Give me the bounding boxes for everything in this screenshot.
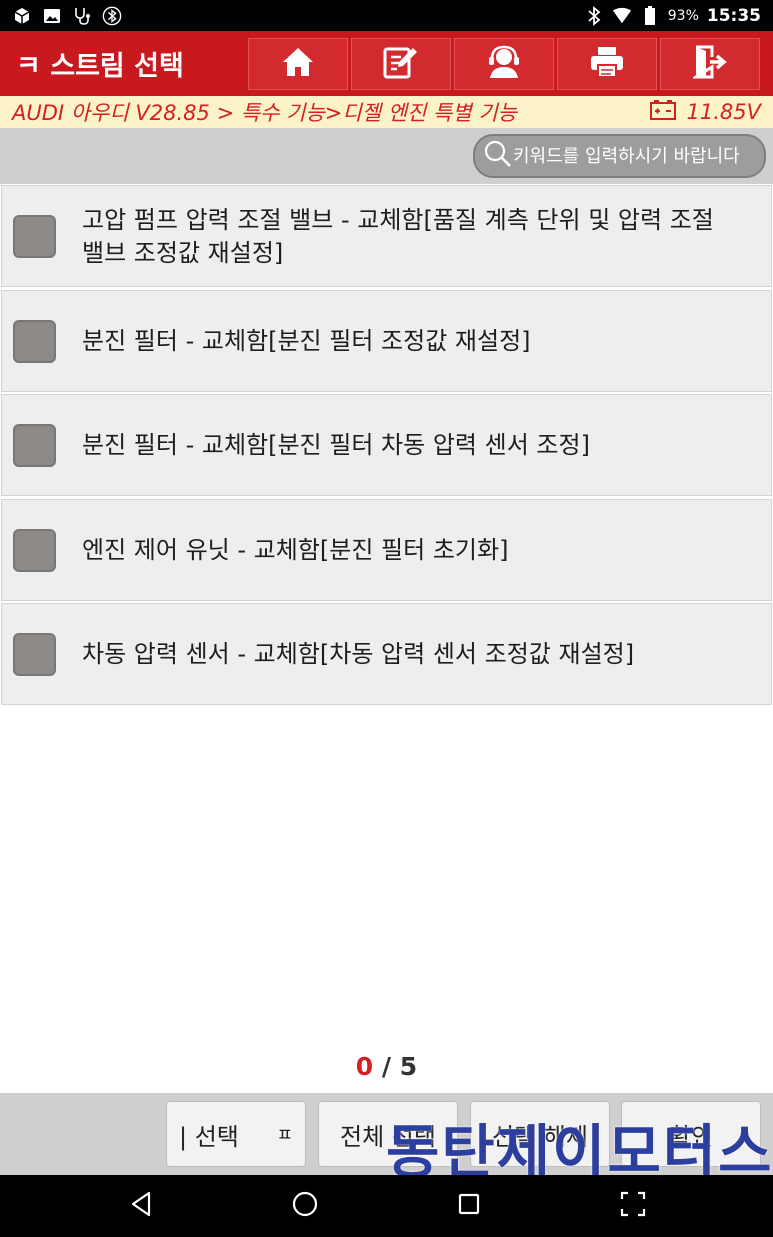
list-item[interactable]: 엔진 제어 유닛 - 교체함[분진 필터 초기화] <box>1 499 772 601</box>
item-label: 분진 필터 - 교체함[분진 필터 차동 압력 센서 조정] <box>82 431 590 459</box>
battery-voltage: 11.85V <box>649 99 773 126</box>
list-item[interactable]: 고압 펌프 압력 조절 밸브 - 교체함[품질 계측 단위 및 압력 조절 밸브… <box>1 185 772 287</box>
item-label: 차동 압력 센서 - 교체함[차동 압력 센서 조정값 재설정] <box>82 640 635 668</box>
selected-count: 0 <box>355 1052 374 1081</box>
screenshot-icon <box>620 1191 646 1221</box>
item-checkbox[interactable] <box>13 215 56 258</box>
home-icon <box>281 46 315 82</box>
select-all-label: 전체 선택 <box>340 1122 436 1151</box>
deselect-button[interactable]: 선택 해제 <box>470 1101 610 1167</box>
app-header: ㅋ 스트림 선택 <box>0 31 773 96</box>
item-checkbox[interactable] <box>13 320 56 363</box>
image-icon <box>42 6 62 26</box>
remote-support-icon <box>486 45 522 83</box>
list-item[interactable]: 분진 필터 - 교체함[분진 필터 차동 압력 센서 조정] <box>1 394 772 496</box>
edit-report-button[interactable] <box>351 37 451 90</box>
bluetooth-circle-icon <box>102 6 122 26</box>
voltage-value: 11.85V <box>686 100 761 124</box>
page-select-button[interactable]: | 선택 ㅍ <box>166 1101 306 1167</box>
bottom-button-bar: | 선택 ㅍ 전체 선택 선택 해제 확인 <box>0 1093 773 1175</box>
select-all-button[interactable]: 전체 선택 <box>318 1101 458 1167</box>
recents-button[interactable] <box>452 1189 486 1223</box>
breadcrumb-path: AUDI 아우디 V28.85 > 특수 기능>디젤 엔진 특별 기능 <box>12 101 517 125</box>
remote-support-button[interactable] <box>454 37 554 90</box>
search-band <box>0 128 773 184</box>
page-select-suffix: ㅍ <box>276 1125 293 1146</box>
battery-percent: 93% <box>667 7 699 24</box>
edit-report-icon <box>383 45 419 83</box>
total-count: 5 <box>399 1052 418 1081</box>
search-input[interactable] <box>513 145 763 167</box>
wifi-icon <box>612 6 632 26</box>
exit-icon <box>690 45 727 83</box>
home-circle-icon <box>291 1190 319 1222</box>
home-button[interactable] <box>248 37 348 90</box>
app-box-icon <box>12 6 32 26</box>
item-checkbox[interactable] <box>13 529 56 572</box>
status-bar: 93% 15:35 <box>0 0 773 31</box>
page-select-label: | 선택 <box>179 1122 239 1151</box>
screenshot-button[interactable] <box>616 1189 650 1223</box>
item-checkbox[interactable] <box>13 633 56 676</box>
selection-counter: 0 / 5 <box>0 1052 773 1081</box>
print-icon <box>589 46 625 82</box>
stethoscope-icon <box>72 6 92 26</box>
item-label: 고압 펌프 압력 조절 밸브 - 교체함[품질 계측 단위 및 압력 조절 밸브… <box>82 206 714 267</box>
battery-icon <box>640 5 660 26</box>
search-box[interactable] <box>473 134 766 178</box>
exit-button[interactable] <box>660 37 760 90</box>
confirm-button[interactable]: 확인 <box>621 1101 761 1167</box>
bluetooth-icon <box>584 5 604 26</box>
print-button[interactable] <box>557 37 657 90</box>
home-nav-button[interactable] <box>288 1189 322 1223</box>
clock: 15:35 <box>706 5 761 26</box>
breadcrumb: AUDI 아우디 V28.85 > 특수 기능>디젤 엔진 특별 기능 11.8… <box>0 96 773 128</box>
item-label: 분진 필터 - 교체함[분진 필터 조정값 재설정] <box>82 327 531 355</box>
search-icon <box>483 139 513 174</box>
back-button[interactable] <box>124 1189 158 1223</box>
deselect-label: 선택 해제 <box>492 1122 588 1151</box>
item-checkbox[interactable] <box>13 424 56 467</box>
confirm-label: 확인 <box>668 1122 714 1151</box>
car-battery-icon <box>649 99 677 126</box>
android-nav-bar <box>0 1175 773 1237</box>
list-item[interactable]: 분진 필터 - 교체함[분진 필터 조정값 재설정] <box>1 290 772 392</box>
page-title: ㅋ 스트림 선택 <box>16 51 184 82</box>
item-label: 엔진 제어 유닛 - 교체함[분진 필터 초기화] <box>82 536 509 564</box>
counter-separator: / <box>381 1052 392 1081</box>
recents-icon <box>457 1192 481 1220</box>
list-item[interactable]: 차동 압력 센서 - 교체함[차동 압력 센서 조정값 재설정] <box>1 603 772 705</box>
back-icon <box>129 1191 153 1221</box>
